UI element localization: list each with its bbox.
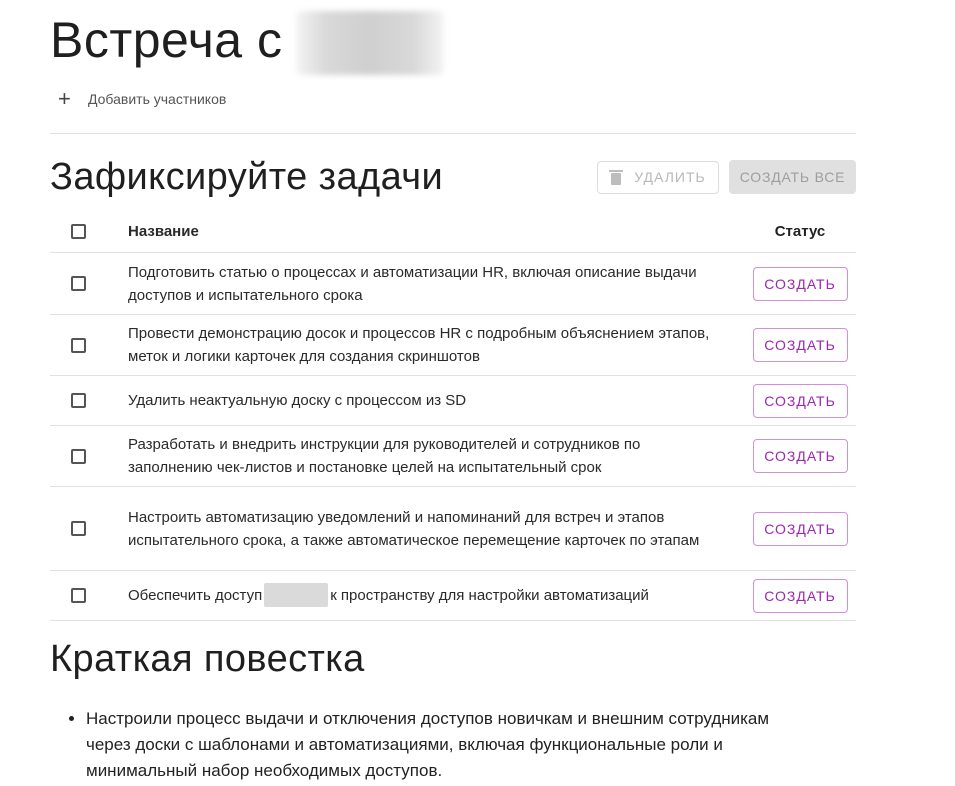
- add-participants-button[interactable]: + Добавить участников: [58, 88, 856, 110]
- create-task-button[interactable]: СОЗДАТЬ: [752, 511, 848, 546]
- title-row: Встреча с: [50, 0, 856, 80]
- row-checkbox[interactable]: [71, 337, 86, 353]
- agenda-item: Настроили процесс выдачи и отключения до…: [86, 706, 806, 784]
- task-table: Название Статус Подготовить статью о про…: [50, 211, 856, 621]
- task-name: Подготовить статью о процессах и автомат…: [128, 263, 697, 304]
- column-header-status: Статус: [774, 223, 826, 240]
- create-task-button[interactable]: СОЗДАТЬ: [752, 439, 848, 473]
- agenda-list: Настроили процесс выдачи и отключения до…: [50, 706, 806, 784]
- table-row: Разработать и внедрить инструкции для ру…: [50, 426, 856, 487]
- row-checkbox[interactable]: [71, 393, 86, 408]
- tasks-header: Зафиксируйте задачи УДАЛИТЬ СОЗДАТЬ ВСЕ: [50, 152, 856, 202]
- task-name: Провести демонстрацию досок и процессов …: [128, 325, 710, 365]
- tasks-section-title: Зафиксируйте задачи: [50, 155, 444, 198]
- row-checkbox[interactable]: [71, 588, 86, 603]
- table-row: Провести демонстрацию досок и процессов …: [50, 315, 856, 376]
- task-name: Обеспечить доступ к пространству для наст…: [128, 582, 744, 607]
- create-task-button[interactable]: СОЗДАТЬ: [752, 266, 848, 301]
- redacted-text: [264, 582, 329, 607]
- table-row: Подготовить статью о процессах и автомат…: [50, 253, 856, 315]
- delete-button[interactable]: УДАЛИТЬ: [597, 160, 719, 194]
- plus-icon: +: [58, 86, 71, 111]
- task-name-end: к пространству для настройки автоматизац…: [330, 587, 649, 604]
- table-row: Обеспечить доступ к пространству для наст…: [50, 571, 856, 621]
- delete-button-label: УДАЛИТЬ: [634, 169, 706, 185]
- create-task-button[interactable]: СОЗДАТЬ: [752, 328, 848, 362]
- create-task-button[interactable]: СОЗДАТЬ: [752, 383, 848, 418]
- column-header-name: Название: [128, 223, 199, 240]
- add-participants-label: Добавить участников: [88, 91, 227, 107]
- agenda-title: Краткая повестка: [50, 638, 365, 680]
- row-checkbox[interactable]: [71, 448, 86, 464]
- trash-icon: [609, 169, 624, 185]
- redacted-participant-name: [296, 11, 445, 75]
- select-all-checkbox[interactable]: [71, 224, 86, 239]
- task-name: Удалить неактуальную доску с процессом и…: [128, 392, 467, 409]
- table-row: Настроить автоматизацию уведомлений и на…: [50, 487, 856, 571]
- row-checkbox[interactable]: [71, 276, 86, 291]
- row-checkbox[interactable]: [71, 521, 86, 536]
- page-title: Встреча с: [50, 12, 283, 68]
- table-row: Удалить неактуальную доску с процессом и…: [50, 376, 856, 426]
- header-divider: [50, 133, 856, 134]
- table-header: Название Статус: [50, 211, 856, 253]
- create-task-button[interactable]: СОЗДАТЬ: [752, 578, 848, 613]
- create-all-button[interactable]: СОЗДАТЬ ВСЕ: [729, 160, 856, 194]
- task-name-start: Обеспечить доступ: [128, 587, 263, 604]
- task-name: Настроить автоматизацию уведомлений и на…: [128, 508, 700, 549]
- task-name: Разработать и внедрить инструкции для ру…: [128, 436, 641, 476]
- meeting-page: Встреча с + Добавить участников Зафиксир…: [50, 0, 856, 780]
